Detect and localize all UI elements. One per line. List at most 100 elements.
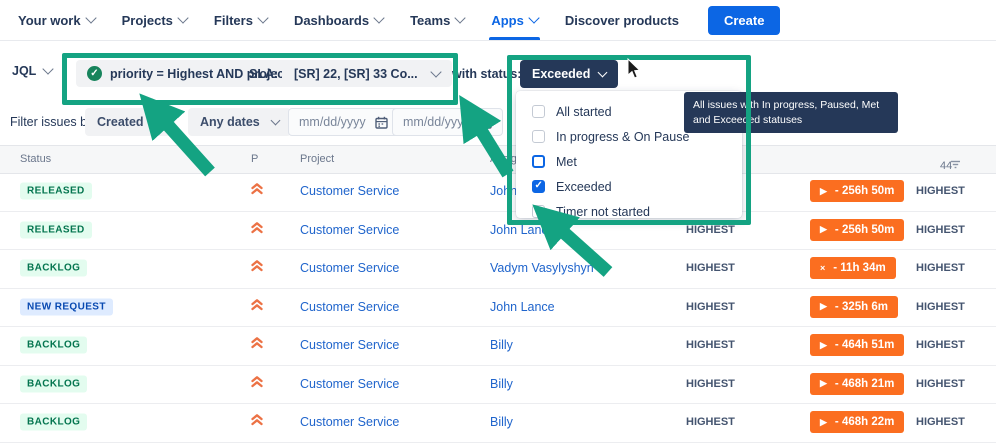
status-badge: RELEASED	[20, 221, 92, 238]
col-project: Project	[300, 153, 334, 165]
nav-apps[interactable]: Apps	[491, 0, 538, 40]
project-link[interactable]: Customer Service	[300, 261, 399, 275]
sla-priority-value: HIGHEST	[686, 224, 735, 236]
column-filter-icon[interactable]	[950, 160, 961, 169]
sla-priority-value: HIGHEST	[686, 262, 735, 274]
create-button[interactable]: Create	[708, 6, 780, 35]
col-status: Status	[20, 153, 51, 165]
project-link[interactable]: Customer Service	[300, 415, 399, 429]
assignee-link[interactable]: John Lance	[490, 300, 555, 314]
sla-timer-badge[interactable]: ×- 11h 34m	[810, 257, 896, 279]
play-icon: ▶	[820, 302, 827, 311]
nav-projects[interactable]: Projects	[122, 0, 187, 40]
nav-label: Teams	[410, 13, 450, 28]
status-badge: BACKLOG	[20, 260, 87, 277]
status-badge: BACKLOG	[20, 375, 87, 392]
sla-priority-value: HIGHEST	[916, 185, 965, 197]
priority-highest-icon	[250, 221, 264, 239]
assignee-link[interactable]: John Lance	[490, 223, 555, 237]
sla-priority-value: HIGHEST	[916, 416, 965, 428]
sla-priority-value: HIGHEST	[916, 224, 965, 236]
nav-label: Dashboards	[294, 13, 369, 28]
project-link[interactable]: Customer Service	[300, 184, 399, 198]
checkbox-unchecked-icon[interactable]	[532, 205, 545, 218]
assignee-link[interactable]: Billy	[490, 377, 513, 391]
table-row: RELEASED Customer Service John Lance HIG…	[0, 172, 996, 212]
project-link[interactable]: Customer Service	[300, 338, 399, 352]
checkbox-unchecked-icon[interactable]	[532, 155, 545, 168]
date-from-placeholder: mm/dd/yyyy	[299, 115, 366, 129]
date-from-input[interactable]: mm/dd/yyyy	[288, 108, 399, 136]
priority-highest-icon	[250, 336, 264, 354]
app-window: Your work Projects Filters Dashboards Te…	[0, 0, 996, 445]
timer-value: - 468h 22m	[835, 416, 894, 428]
sla-select[interactable]: [SR] 22, [SR] 33 Co...	[282, 60, 452, 87]
option-exceeded[interactable]: Exceeded	[516, 174, 742, 199]
project-link[interactable]: Customer Service	[300, 223, 399, 237]
chevron-down-icon	[270, 115, 280, 125]
chevron-down-icon	[85, 12, 96, 23]
chevron-down-icon	[43, 63, 54, 74]
play-icon: ▶	[820, 187, 827, 196]
sla-timer-badge[interactable]: ▶ - 325h 6m	[810, 296, 898, 318]
chevron-down-icon	[154, 115, 164, 125]
chevron-down-icon	[528, 12, 539, 23]
option-label: In progress & On Pause	[556, 130, 689, 144]
status-tooltip: All issues with In progress, Paused, Met…	[684, 92, 898, 133]
date-range-value: Any dates	[200, 115, 260, 129]
sla-select-value: [SR] 22, [SR] 33 Co...	[294, 67, 418, 81]
nav-label: Your work	[18, 13, 81, 28]
assignee-link[interactable]: Vadym Vasylyshyn	[490, 261, 594, 275]
nav-discover-products[interactable]: Discover products	[565, 0, 679, 40]
chevron-down-icon	[430, 66, 441, 77]
project-link[interactable]: Customer Service	[300, 377, 399, 391]
valid-check-icon: ✓	[87, 66, 102, 81]
table-row: BACKLOG Customer Service Vadym Vasylyshy…	[0, 249, 996, 289]
sla-priority-value: HIGHEST	[916, 262, 965, 274]
nav-your-work[interactable]: Your work	[18, 0, 95, 40]
table-header: Status P Project Assignee 33 Copy - 1 44	[0, 145, 996, 174]
checkbox-unchecked-icon[interactable]	[532, 105, 545, 118]
assignee-link[interactable]: Billy	[490, 338, 513, 352]
table-row: BACKLOG Customer Service Billy HIGHEST ▶…	[0, 403, 996, 443]
sla-priority-value: HIGHEST	[686, 339, 735, 351]
nav-filters[interactable]: Filters	[214, 0, 267, 40]
nav-label: Discover products	[565, 13, 679, 28]
sla-timer-badge[interactable]: ▶- 464h 51m	[810, 334, 904, 356]
chevron-down-icon	[177, 12, 188, 23]
project-link[interactable]: Customer Service	[300, 300, 399, 314]
timer-value: - 256h 50m	[835, 224, 894, 236]
sla-timer-badge[interactable]: ▶- 468h 21m	[810, 373, 904, 395]
table-row: BACKLOG Customer Service Billy HIGHEST ▶…	[0, 365, 996, 405]
sla-timer-badge[interactable]: ▶ - 256h 50m	[810, 219, 904, 241]
option-label: Exceeded	[556, 180, 612, 194]
sla-priority-value: HIGHEST	[916, 339, 965, 351]
chevron-down-icon	[257, 12, 268, 23]
priority-highest-icon	[250, 182, 264, 200]
filter-field-select[interactable]: Created	[85, 108, 175, 136]
nav-dashboards[interactable]: Dashboards	[294, 0, 383, 40]
sla-timer-badge[interactable]: ▶ - 468h 22m	[810, 411, 904, 433]
checkbox-checked-icon[interactable]	[532, 180, 545, 193]
mouse-cursor	[626, 58, 642, 80]
priority-highest-icon	[250, 413, 264, 431]
status-filter-button[interactable]: Exceeded	[520, 60, 618, 88]
play-icon: ▶	[820, 379, 827, 388]
sla-label: SLA:	[249, 67, 278, 81]
checkbox-unchecked-icon[interactable]	[532, 130, 545, 143]
option-timer-not-started[interactable]: Timer not started	[516, 199, 742, 224]
option-met[interactable]: Met	[516, 149, 742, 174]
nav-label: Apps	[491, 13, 524, 28]
nav-teams[interactable]: Teams	[410, 0, 464, 40]
date-to-input[interactable]: mm/dd/yyyy	[392, 108, 503, 136]
play-icon: ▶	[820, 225, 827, 234]
jql-mode-button[interactable]: JQL	[12, 64, 52, 78]
date-range-select[interactable]: Any dates	[188, 108, 291, 136]
play-icon: ▶	[820, 418, 827, 427]
sla-priority-value: HIGHEST	[686, 416, 735, 428]
timer-value: - 325h 6m	[835, 301, 888, 313]
assignee-link[interactable]: Billy	[490, 415, 513, 429]
sla-timer-badge[interactable]: ▶- 256h 50m	[810, 180, 904, 202]
table-row: NEW REQUEST Customer Service John Lance …	[0, 288, 996, 328]
timer-value: - 464h 51m	[835, 339, 894, 351]
